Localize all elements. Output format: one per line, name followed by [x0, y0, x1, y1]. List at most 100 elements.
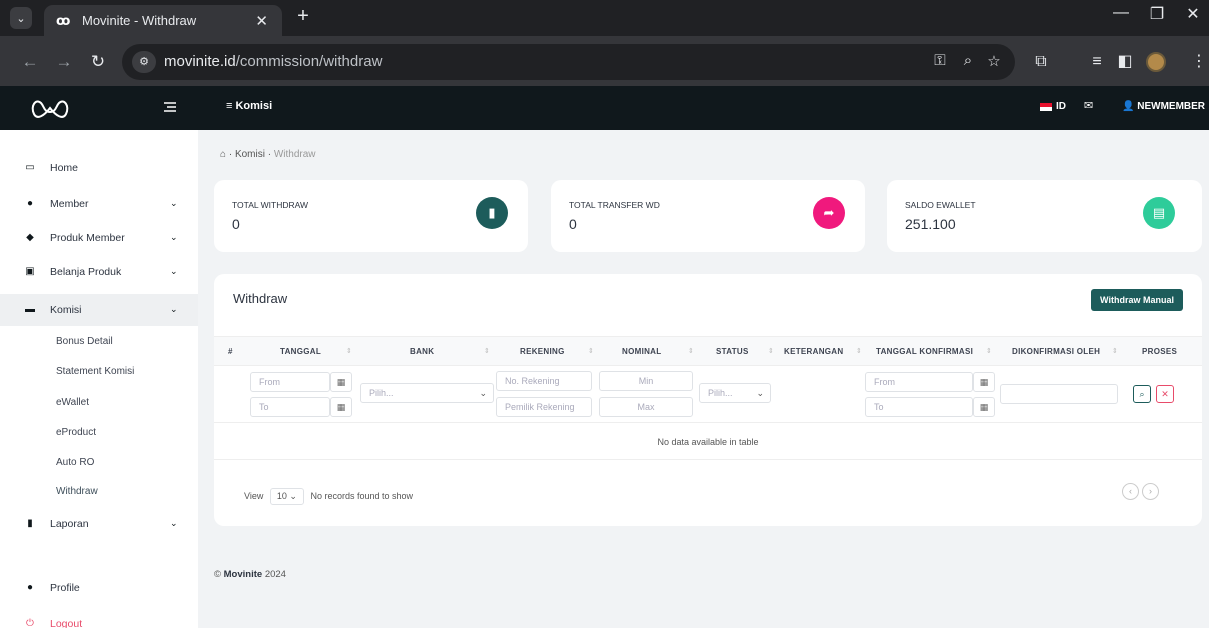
records-info: No records found to show — [310, 491, 414, 501]
user-icon: ● — [26, 198, 34, 209]
stat-card-total-transfer-wd: TOTAL TRANSFER WD 0 ➦ — [551, 180, 865, 252]
col-rekening[interactable]: REKENING — [520, 347, 565, 356]
card-icon: ▬ — [25, 304, 35, 315]
nominal-max-input[interactable]: Max — [599, 397, 693, 417]
language-selector[interactable]: ID — [1056, 101, 1066, 112]
reading-list-icon[interactable]: ≡ — [1086, 53, 1108, 71]
breadcrumb-parent[interactable]: Komisi — [235, 149, 265, 160]
close-window-icon[interactable]: ✕ — [1178, 4, 1208, 24]
table-header: # TANGGAL ⇕ BANK ⇕ REKENING ⇕ NOMINAL ⇕ … — [214, 336, 1202, 366]
zoom-icon[interactable]: ⌕ — [958, 52, 978, 69]
col-bank[interactable]: BANK — [410, 347, 434, 356]
sidebar-item-belanja-produk[interactable]: ▣ Belanja Produk ⌄ — [0, 258, 198, 286]
sort-icon[interactable]: ⇕ — [484, 347, 490, 355]
calendar-icon[interactable]: ▦ — [330, 397, 352, 417]
chevron-down-icon: ⌄ — [756, 388, 764, 398]
topbar-menu[interactable]: ≡ Komisi — [226, 100, 272, 112]
profile-avatar[interactable] — [1146, 52, 1166, 72]
konfirmasi-from-input[interactable]: From — [865, 372, 973, 392]
sidebar-item-member[interactable]: ● Member ⌄ — [0, 190, 198, 218]
nominal-min-input[interactable]: Min — [599, 371, 693, 391]
search-icon[interactable]: ⌕ — [1133, 385, 1151, 403]
sort-icon[interactable]: ⇕ — [1112, 347, 1118, 355]
sidebar-item-laporan[interactable]: ▮ Laporan ⌄ — [0, 510, 198, 538]
col-tanggal-konfirmasi[interactable]: TANGGAL KONFIRMASI — [876, 347, 973, 356]
chevron-down-icon: ⌄ — [170, 232, 178, 242]
share-arrow-icon: ➦ — [813, 197, 845, 229]
calendar-icon[interactable]: ▦ — [973, 372, 995, 392]
copyright: © Movinite 2024 — [214, 569, 286, 580]
prev-page-icon[interactable]: ‹ — [1122, 483, 1139, 500]
sidebar-item-produk-member[interactable]: ◆ Produk Member ⌄ — [0, 224, 198, 252]
sort-icon[interactable]: ⇕ — [768, 347, 774, 355]
forward-icon[interactable]: → — [52, 52, 76, 72]
bookmark-star-icon[interactable]: ☆ — [984, 52, 1004, 70]
submenu-ewallet[interactable]: eWallet — [56, 397, 89, 408]
tab-search-button[interactable]: ⌄ — [10, 7, 32, 29]
tanggal-from-input[interactable]: From — [250, 372, 330, 392]
mail-icon[interactable]: ✉ — [1084, 99, 1093, 112]
sort-icon[interactable]: ⇕ — [986, 347, 992, 355]
submenu-auto-ro[interactable]: Auto RO — [56, 457, 94, 468]
submenu-statement-komisi[interactable]: Statement Komisi — [56, 366, 134, 377]
sidebar-toggle-icon[interactable] — [162, 99, 178, 115]
reload-icon[interactable]: ↻ — [86, 52, 110, 72]
bank-select[interactable]: Pilih... ⌄ — [360, 383, 494, 403]
minimize-icon[interactable]: — — [1106, 4, 1136, 22]
more-menu-icon[interactable]: ⋮ — [1188, 53, 1209, 71]
rekening-number-input[interactable]: No. Rekening — [496, 371, 592, 391]
col-keterangan[interactable]: KETERANGAN — [784, 347, 843, 356]
user-icon: ● — [26, 582, 34, 593]
stat-card-total-withdraw: TOTAL WITHDRAW 0 ▮ — [214, 180, 528, 252]
back-icon[interactable]: ← — [18, 52, 42, 72]
submenu-bonus-detail[interactable]: Bonus Detail — [56, 336, 113, 347]
indonesia-flag-icon — [1040, 103, 1052, 111]
col-tanggal[interactable]: TANGGAL — [280, 347, 321, 356]
next-page-icon[interactable]: › — [1142, 483, 1159, 500]
new-tab-button[interactable]: + — [291, 5, 315, 29]
submenu-withdraw[interactable]: Withdraw — [56, 486, 98, 497]
chevron-down-icon: ⌄ — [170, 198, 178, 208]
konfirmasi-to-input[interactable]: To — [865, 397, 973, 417]
close-tab-icon[interactable]: ✕ — [255, 12, 268, 30]
col-status[interactable]: STATUS — [716, 347, 749, 356]
extensions-icon[interactable]: ⧉ — [1030, 53, 1052, 71]
site-info-icon[interactable]: ⚙ — [132, 51, 156, 73]
pemilik-rekening-input[interactable]: Pemilik Rekening — [496, 397, 592, 417]
sort-icon[interactable]: ⇕ — [856, 347, 862, 355]
sidebar-item-komisi[interactable]: ▬ Komisi ⌄ — [0, 294, 198, 326]
chevron-down-icon: ⌄ — [170, 266, 178, 276]
col-dikonfirmasi-oleh[interactable]: DIKONFIRMASI OLEH — [1012, 347, 1100, 356]
wallet-icon: ▤ — [1143, 197, 1175, 229]
user-menu[interactable]: 👤 NEWMEMBER — [1122, 101, 1205, 112]
panel-title: Withdraw — [233, 291, 288, 306]
sort-icon[interactable]: ⇕ — [588, 347, 594, 355]
submenu-eproduct[interactable]: eProduct — [56, 427, 96, 438]
home-icon[interactable]: ⌂ — [220, 149, 226, 160]
page-size-select[interactable]: 10 ⌄ — [269, 488, 304, 505]
dikonfirmasi-oleh-input[interactable] — [1000, 384, 1118, 404]
sidebar-item-profile[interactable]: ● Profile — [0, 574, 198, 602]
calendar-icon[interactable]: ▦ — [973, 397, 995, 417]
tanggal-to-input[interactable]: To — [250, 397, 330, 417]
url-text: movinite.id/commission/withdraw — [164, 53, 383, 70]
password-key-icon[interactable]: ⚿ — [930, 52, 950, 69]
col-proses: PROSES — [1142, 347, 1178, 356]
book-icon: ▮ — [27, 518, 33, 529]
withdraw-panel: Withdraw Withdraw Manual # TANGGAL ⇕ BAN… — [214, 274, 1202, 526]
sort-icon[interactable]: ⇕ — [688, 347, 694, 355]
address-bar[interactable]: ⚙ movinite.id/commission/withdraw ⚿ ⌕ ☆ — [122, 44, 1015, 80]
sidebar-item-logout[interactable]: ⏻ Logout — [0, 610, 198, 628]
brand-area — [0, 86, 198, 130]
browser-tab[interactable]: ꝏ Movinite - Withdraw ✕ — [44, 5, 282, 36]
sidebar-item-home[interactable]: ▭ Home — [0, 154, 198, 182]
restore-icon[interactable]: ❐ — [1142, 4, 1172, 24]
breadcrumb-current: Withdraw — [273, 149, 316, 160]
reset-close-icon[interactable]: ✕ — [1156, 385, 1174, 403]
col-nominal[interactable]: NOMINAL — [622, 347, 661, 356]
calendar-icon[interactable]: ▦ — [330, 372, 352, 392]
withdraw-manual-button[interactable]: Withdraw Manual — [1091, 289, 1183, 311]
status-select[interactable]: Pilih... ⌄ — [699, 383, 771, 403]
sort-icon[interactable]: ⇕ — [346, 347, 352, 355]
side-panel-icon[interactable]: ◧ — [1114, 53, 1136, 71]
